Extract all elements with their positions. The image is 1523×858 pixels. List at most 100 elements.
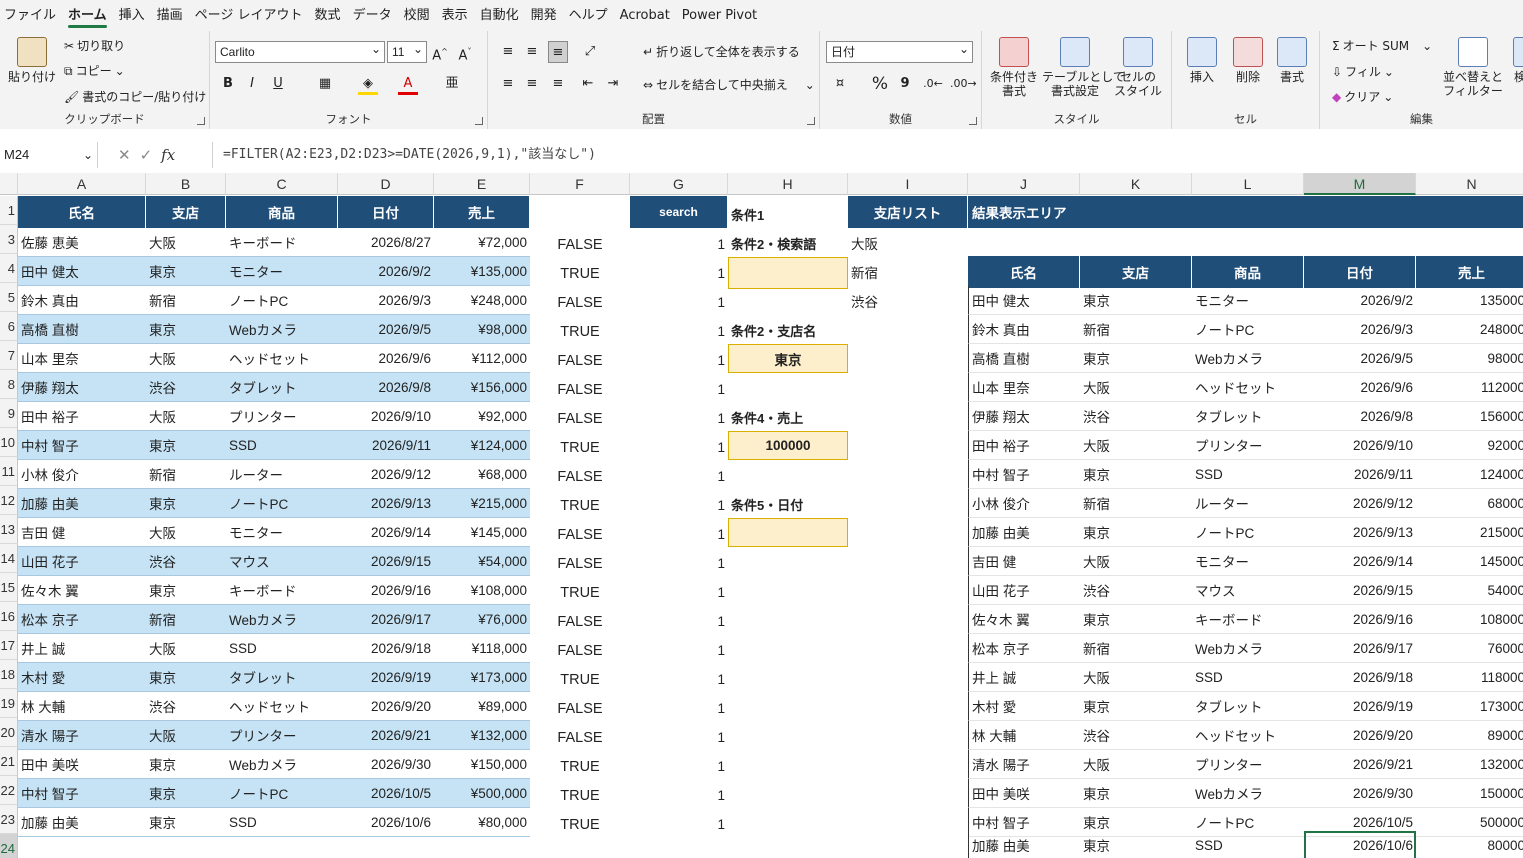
table-cell-branch[interactable]: 大阪 [146, 344, 226, 373]
table-cell-sales[interactable]: ¥248,000 [434, 286, 530, 315]
table-cell-branch[interactable]: 新宿 [146, 605, 226, 634]
result-cell-b[interactable]: 大阪 [1080, 431, 1192, 460]
column-header-H[interactable]: H [728, 173, 848, 195]
result-cell-b[interactable]: 東京 [1080, 518, 1192, 547]
branch-list-item[interactable]: 新宿 [848, 257, 968, 286]
insert-function-icon[interactable]: fx [161, 146, 175, 164]
table-cell-date[interactable]: 2026/9/13 [338, 489, 434, 518]
table-cell-branch[interactable]: 渋谷 [146, 547, 226, 576]
branch-list-item[interactable]: 渋谷 [848, 286, 968, 315]
table-cell-sales[interactable]: ¥89,000 [434, 692, 530, 721]
cut-button[interactable]: ✂ 切り取り [64, 39, 125, 53]
table-cell-name[interactable]: 小林 俊介 [18, 460, 146, 489]
cell-styles-button[interactable]: セルの スタイル [1110, 37, 1166, 98]
table-cell-sales[interactable]: ¥112,000 [434, 344, 530, 373]
percent-button[interactable]: % [870, 73, 890, 95]
result-cell-e[interactable]: 76000 [1416, 634, 1523, 663]
column-header-L[interactable]: L [1192, 173, 1304, 195]
row-header-1[interactable]: 1 [0, 196, 18, 225]
match-flag-cell[interactable]: FALSE [530, 636, 630, 665]
condition5-input[interactable] [728, 518, 848, 547]
result-cell-e[interactable]: 135000 [1416, 286, 1523, 315]
phonetic-button[interactable]: 亜 [442, 73, 462, 95]
align-center-icon[interactable]: ≡ [522, 73, 542, 95]
result-cell-e[interactable]: 89000 [1416, 721, 1523, 750]
row-header-16[interactable]: 16 [0, 602, 18, 631]
result-cell-e[interactable]: 68000 [1416, 489, 1523, 518]
table-cell-product[interactable]: Webカメラ [226, 605, 338, 634]
font-size-select[interactable]: 11 [387, 39, 427, 63]
table-cell-name[interactable]: 田中 裕子 [18, 402, 146, 431]
border-button[interactable]: ▦ [315, 73, 335, 95]
result-cell-b[interactable]: 東京 [1080, 605, 1192, 634]
result-cell-b[interactable]: 大阪 [1080, 750, 1192, 779]
match-flag-cell[interactable]: FALSE [530, 375, 630, 404]
search-count-cell[interactable]: 1 [630, 752, 728, 781]
column-header-D[interactable]: D [338, 173, 434, 195]
menu-2[interactable]: 挿入 [119, 0, 157, 31]
row-header-7[interactable]: 7 [0, 341, 18, 370]
table-cell-sales[interactable]: ¥108,000 [434, 576, 530, 605]
result-cell-d[interactable]: 2026/9/12 [1304, 489, 1416, 518]
branch-list-item[interactable]: 大阪 [848, 228, 968, 257]
result-cell-e[interactable]: 124000 [1416, 460, 1523, 489]
table-cell-sales[interactable]: ¥118,000 [434, 634, 530, 663]
table-cell-sales[interactable]: ¥215,000 [434, 489, 530, 518]
search-count-cell[interactable]: 1 [630, 288, 728, 317]
table-cell-date[interactable]: 2026/9/2 [338, 257, 434, 286]
menu-5[interactable]: 数式 [315, 0, 353, 31]
column-header-A[interactable]: A [18, 173, 146, 195]
row-header-12[interactable]: 12 [0, 486, 18, 515]
table-cell-product[interactable]: ヘッドセット [226, 344, 338, 373]
result-cell-b[interactable]: 東京 [1080, 692, 1192, 721]
result-cell-a[interactable]: 加藤 由美 [968, 831, 1080, 858]
table-cell-date[interactable]: 2026/9/8 [338, 373, 434, 402]
menu-12[interactable]: Acrobat [620, 0, 682, 31]
fill-button[interactable]: ⇩ フィル ⌄ [1332, 65, 1394, 79]
result-cell-b[interactable]: 東京 [1080, 779, 1192, 808]
result-cell-b[interactable]: 渋谷 [1080, 576, 1192, 605]
format-as-table-button[interactable]: テーブルとして 書式設定 [1042, 37, 1125, 98]
result-cell-c[interactable]: Webカメラ [1192, 779, 1304, 808]
table-cell-product[interactable]: SSD [226, 634, 338, 663]
result-cell-c[interactable]: ノートPC [1192, 518, 1304, 547]
wrap-text-button[interactable]: ↵ 折り返して全体を表示する [643, 45, 800, 59]
align-left-icon[interactable]: ≡ [498, 73, 518, 95]
result-cell-e[interactable]: 98000 [1416, 344, 1523, 373]
table-cell-date[interactable]: 2026/10/6 [338, 808, 434, 837]
table-cell-sales[interactable]: ¥76,000 [434, 605, 530, 634]
format-painter-button[interactable]: 🖌 書式のコピー/貼り付け [64, 90, 206, 104]
table-cell-branch[interactable]: 大阪 [146, 721, 226, 750]
table-cell-name[interactable]: 松本 京子 [18, 605, 146, 634]
result-cell-a[interactable]: 鈴木 真由 [968, 315, 1080, 344]
row-header-17[interactable]: 17 [0, 631, 18, 660]
table-cell-name[interactable]: 鈴木 真由 [18, 286, 146, 315]
search-count-cell[interactable]: 1 [630, 346, 728, 375]
search-count-cell[interactable]: 1 [630, 781, 728, 810]
increase-indent-icon[interactable]: ⇥ [603, 73, 623, 95]
row-header-13[interactable]: 13 [0, 515, 18, 544]
row-header-19[interactable]: 19 [0, 689, 18, 718]
table-cell-date[interactable]: 2026/9/30 [338, 750, 434, 779]
search-count-cell[interactable]: 1 [630, 433, 728, 462]
row-header-3[interactable]: 3 [0, 225, 18, 254]
dialog-launcher-icon[interactable] [197, 117, 205, 125]
table-cell-name[interactable]: 中村 智子 [18, 431, 146, 460]
result-cell-d[interactable]: 2026/9/6 [1304, 373, 1416, 402]
result-cell-e[interactable]: 156000 [1416, 402, 1523, 431]
table-cell-branch[interactable]: 大阪 [146, 518, 226, 547]
match-flag-cell[interactable]: TRUE [530, 491, 630, 520]
row-header-11[interactable]: 11 [0, 457, 18, 486]
search-count-cell[interactable]: 1 [630, 694, 728, 723]
result-cell-c[interactable]: SSD [1192, 831, 1304, 858]
insert-cells-button[interactable]: 挿入 [1180, 37, 1224, 84]
table-cell-branch[interactable]: 東京 [146, 750, 226, 779]
result-cell-b[interactable]: 東京 [1080, 831, 1192, 858]
match-flag-cell[interactable]: TRUE [530, 578, 630, 607]
table-cell-name[interactable]: 佐藤 恵美 [18, 228, 146, 257]
grow-font-button[interactable]: A^ [430, 41, 450, 63]
comma-button[interactable]: 9 [895, 73, 915, 95]
font-color-button[interactable]: A [398, 73, 418, 95]
result-cell-e[interactable]: 145000 [1416, 547, 1523, 576]
table-cell-sales[interactable]: ¥92,000 [434, 402, 530, 431]
